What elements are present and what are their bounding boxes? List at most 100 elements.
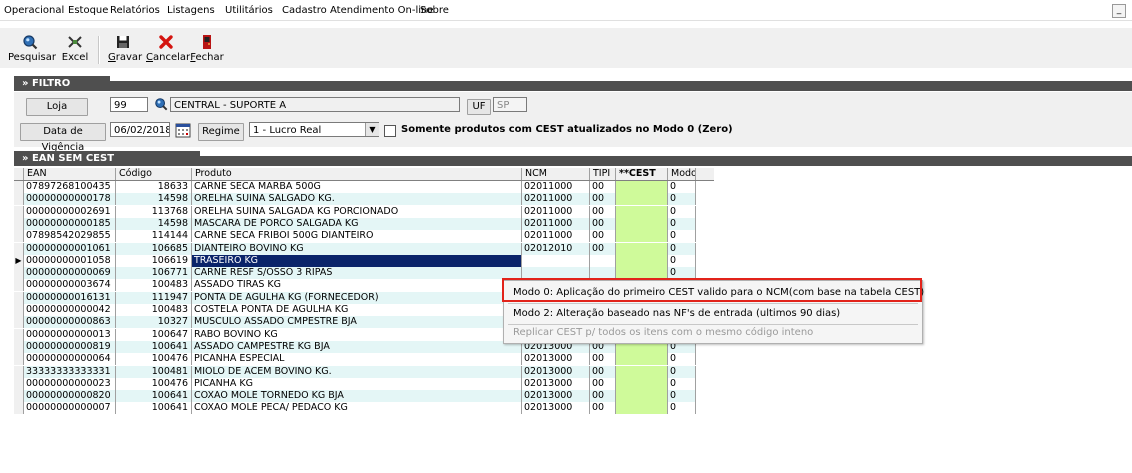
cell-cest[interactable] bbox=[616, 377, 668, 390]
row-indicator[interactable] bbox=[14, 205, 24, 218]
cell-ncm[interactable]: 02013000 bbox=[522, 353, 590, 366]
cell-codigo[interactable]: 111947 bbox=[116, 291, 192, 304]
cell-ncm[interactable]: 02013000 bbox=[522, 402, 590, 415]
cell-tipi[interactable]: 00 bbox=[590, 353, 616, 366]
row-indicator[interactable] bbox=[14, 340, 24, 353]
row-indicator[interactable] bbox=[14, 242, 24, 255]
cell-ncm[interactable]: 02011000 bbox=[522, 193, 590, 206]
minimize-button[interactable]: _ bbox=[1112, 4, 1126, 18]
cell-codigo[interactable]: 10327 bbox=[116, 316, 192, 329]
cell-produto[interactable]: ORELHA SUINA SALGADA KG PORCIONADO bbox=[192, 205, 522, 218]
cell-produto[interactable]: PICANHA ESPECIAL bbox=[192, 353, 522, 366]
loja-button[interactable]: Loja bbox=[26, 98, 88, 116]
header-codigo[interactable]: Código bbox=[116, 168, 192, 180]
cell-ean[interactable]: 00000000000007 bbox=[24, 402, 116, 415]
cell-ean[interactable]: 00000000000863 bbox=[24, 316, 116, 329]
cell-codigo[interactable]: 100483 bbox=[116, 304, 192, 316]
table-row[interactable]: 00000000002691 113768 ORELHA SUINA SALGADA… bbox=[14, 205, 712, 218]
gravar-button[interactable]: Gravar bbox=[108, 34, 142, 68]
cell-cest[interactable] bbox=[616, 230, 668, 243]
row-indicator[interactable] bbox=[14, 279, 24, 292]
table-row[interactable]: 00000000000185 14598 MASCARA DE PORCO SALG… bbox=[14, 217, 712, 230]
menu-sobre[interactable]: Sobre bbox=[420, 5, 449, 16]
cell-ean[interactable]: 00000000000013 bbox=[24, 328, 116, 341]
cell-cest[interactable] bbox=[616, 217, 668, 230]
cell-ncm[interactable]: 02011000 bbox=[522, 230, 590, 243]
row-indicator[interactable] bbox=[14, 291, 24, 304]
cell-produto[interactable]: TRASEIRO KG bbox=[192, 254, 522, 267]
cell-cest[interactable] bbox=[616, 402, 668, 415]
cell-ean[interactable]: 00000000016131 bbox=[24, 291, 116, 304]
table-row[interactable]: 07898542029855 114144 CARNE SECA FRIBOI 50… bbox=[14, 230, 712, 243]
cell-tipi[interactable]: 00 bbox=[590, 377, 616, 390]
cell-produto[interactable]: COSTELA PONTA DE AGULHA KG bbox=[192, 304, 522, 316]
cell-ean[interactable]: 00000000001061 bbox=[24, 242, 116, 255]
menu-relatorios[interactable]: Relatórios bbox=[110, 5, 160, 16]
cell-codigo[interactable]: 100476 bbox=[116, 353, 192, 366]
menu-cadastro[interactable]: Cadastro bbox=[282, 5, 327, 16]
row-indicator[interactable] bbox=[14, 353, 24, 366]
cell-cest[interactable] bbox=[616, 254, 668, 267]
cell-ncm[interactable]: 02013000 bbox=[522, 365, 590, 378]
cell-produto[interactable]: ASSADO CAMPESTRE KG BJA bbox=[192, 340, 522, 353]
cell-cest[interactable] bbox=[616, 193, 668, 206]
row-indicator[interactable]: ▶ bbox=[14, 254, 24, 267]
cell-modo[interactable]: 0 bbox=[668, 402, 696, 415]
cell-ean[interactable]: 00000000000042 bbox=[24, 304, 116, 316]
cell-codigo[interactable]: 100481 bbox=[116, 365, 192, 378]
row-indicator[interactable] bbox=[14, 193, 24, 206]
table-row[interactable]: 00000000001061 106685 DIANTEIRO BOVINO KG 0… bbox=[14, 242, 712, 255]
cell-produto[interactable]: PONTA DE AGULHA KG (FORNECEDOR) bbox=[192, 291, 522, 304]
cell-modo[interactable]: 0 bbox=[668, 390, 696, 403]
row-indicator[interactable] bbox=[14, 304, 24, 316]
table-row[interactable]: 00000000000820 100641 COXAO MOLE TORNEDO K… bbox=[14, 390, 712, 403]
chevron-down-icon[interactable]: ▼ bbox=[365, 123, 379, 136]
cell-modo[interactable]: 0 bbox=[668, 254, 696, 267]
table-row[interactable]: 00000000000064 100476 PICANHA ESPECIAL 0201… bbox=[14, 353, 712, 366]
row-indicator[interactable] bbox=[14, 230, 24, 243]
cell-codigo[interactable]: 106771 bbox=[116, 267, 192, 280]
cell-codigo[interactable]: 100483 bbox=[116, 279, 192, 292]
search-icon[interactable] bbox=[154, 97, 168, 111]
cell-codigo[interactable]: 100647 bbox=[116, 328, 192, 341]
cell-produto[interactable]: ORELHA SUINA SALGADO KG. bbox=[192, 193, 522, 206]
menu-utilitarios[interactable]: Utilitários bbox=[225, 5, 273, 16]
cell-produto[interactable]: ASSADO TIRAS KG bbox=[192, 279, 522, 292]
data-vigencia-input[interactable]: 06/02/2018 bbox=[110, 122, 170, 137]
cell-produto[interactable]: COXAO MOLE TORNEDO KG BJA bbox=[192, 390, 522, 403]
cell-ean[interactable]: 00000000000178 bbox=[24, 193, 116, 206]
menu-estoque[interactable]: Estoque bbox=[68, 5, 108, 16]
cell-ean[interactable]: 00000000000069 bbox=[24, 267, 116, 280]
excel-button[interactable]: Excel bbox=[60, 34, 90, 68]
cell-ncm[interactable]: 02011000 bbox=[522, 217, 590, 230]
cell-modo[interactable]: 0 bbox=[668, 205, 696, 218]
cell-produto[interactable]: RABO BOVINO KG bbox=[192, 328, 522, 341]
cell-cest[interactable] bbox=[616, 205, 668, 218]
pesquisar-button[interactable]: Pesquisar bbox=[8, 34, 56, 68]
cell-ncm[interactable]: 02011000 bbox=[522, 205, 590, 218]
cell-tipi[interactable]: 00 bbox=[590, 402, 616, 415]
cell-codigo[interactable]: 14598 bbox=[116, 217, 192, 230]
cell-cest[interactable] bbox=[616, 181, 668, 193]
cell-codigo[interactable]: 100641 bbox=[116, 390, 192, 403]
cell-ncm[interactable]: 02013000 bbox=[522, 377, 590, 390]
row-indicator[interactable] bbox=[14, 267, 24, 280]
cell-ean[interactable]: 07897268100435 bbox=[24, 181, 116, 193]
menu-atendimento-online[interactable]: Atendimento On-line bbox=[330, 5, 434, 16]
regime-button[interactable]: Regime bbox=[198, 123, 244, 141]
cell-tipi[interactable]: 00 bbox=[590, 230, 616, 243]
header-produto[interactable]: Produto bbox=[192, 168, 522, 180]
cell-modo[interactable]: 0 bbox=[668, 181, 696, 193]
cell-codigo[interactable]: 100641 bbox=[116, 340, 192, 353]
menu-listagens[interactable]: Listagens bbox=[167, 5, 215, 16]
cell-produto[interactable]: CARNE RESF S/OSSO 3 RIPAS bbox=[192, 267, 522, 280]
cell-produto[interactable]: COXAO MOLE PECA/ PEDACO KG bbox=[192, 402, 522, 415]
cell-ean[interactable]: 00000000002691 bbox=[24, 205, 116, 218]
cell-codigo[interactable]: 100476 bbox=[116, 377, 192, 390]
cell-codigo[interactable]: 113768 bbox=[116, 205, 192, 218]
cell-tipi[interactable]: 00 bbox=[590, 193, 616, 206]
cell-ncm[interactable]: 02012010 bbox=[522, 242, 590, 255]
cell-tipi[interactable]: 00 bbox=[590, 205, 616, 218]
cell-codigo[interactable]: 114144 bbox=[116, 230, 192, 243]
cancelar-button[interactable]: Cancelar bbox=[146, 34, 190, 68]
